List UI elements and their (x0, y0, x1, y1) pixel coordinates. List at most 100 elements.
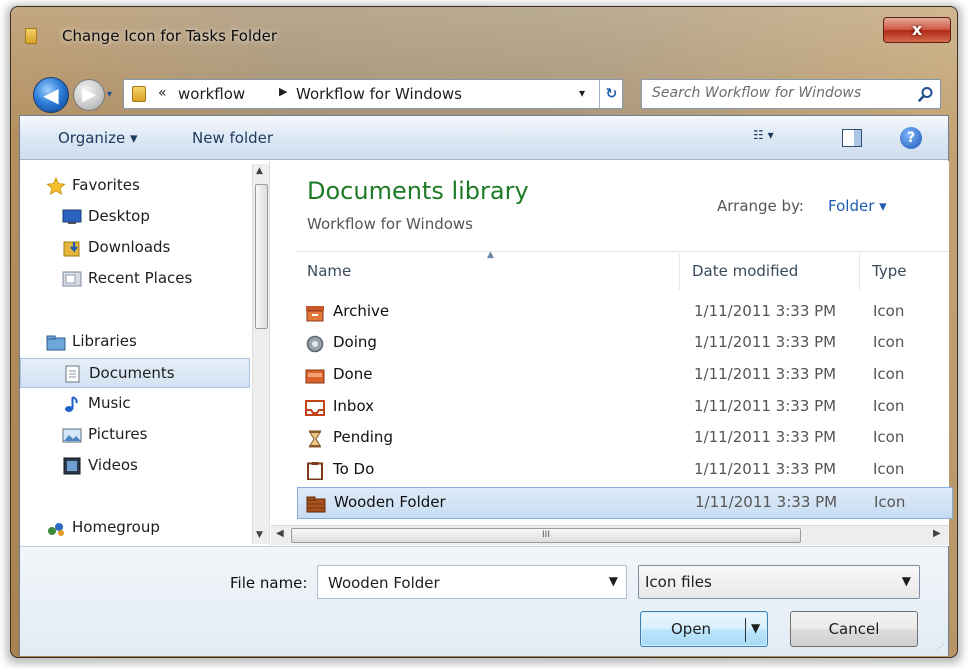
file-date: 1/11/2011 3:33 PM (694, 397, 837, 415)
homegroup-icon (48, 523, 64, 536)
file-type: Icon (873, 302, 905, 320)
sidebar-item-videos[interactable]: Videos (20, 451, 250, 481)
sidebar-item-desktop[interactable]: Desktop (20, 202, 250, 232)
table-row[interactable]: Inbox 1/11/2011 3:33 PM Icon (297, 392, 953, 424)
sidebar-item-libraries[interactable]: Libraries (20, 327, 250, 357)
forward-button[interactable]: ▶ (73, 79, 105, 111)
search-box[interactable]: Search Workflow for Windows (641, 79, 941, 109)
folder-icon (132, 86, 146, 102)
desktop-icon (62, 209, 82, 224)
file-name-label: File name: (230, 574, 308, 592)
arrange-by-dropdown[interactable]: Folder ▾ (828, 197, 887, 215)
title-bar[interactable]: Change Icon for Tasks Folder x (11, 7, 957, 65)
inbox-icon (305, 400, 325, 416)
change-view-button[interactable]: ☷ ▾ (753, 128, 813, 150)
doing-icon (306, 335, 324, 353)
library-title: Documents library (307, 177, 529, 205)
scrollbar-thumb[interactable]: III (291, 528, 801, 543)
table-row-selected[interactable]: Wooden Folder 1/11/2011 3:33 PM Icon (297, 487, 953, 519)
sidebar-scrollbar[interactable]: ▲ ▼ (252, 164, 269, 544)
window-title: Change Icon for Tasks Folder (62, 27, 278, 45)
file-type-select[interactable]: Icon files ▼ (638, 565, 920, 599)
address-bar[interactable]: « workflow ▶ Workflow for Windows ▾ ↻ (123, 79, 623, 109)
dialog-frame: Change Icon for Tasks Folder x ◀ ▶ ▾ « w… (10, 6, 958, 658)
sidebar-item-recent-places[interactable]: Recent Places (20, 264, 250, 294)
split-divider (745, 618, 746, 642)
sidebar-item-downloads[interactable]: Downloads (20, 233, 250, 263)
table-row[interactable]: Doing 1/11/2011 3:33 PM Icon (297, 328, 953, 360)
open-button-label: Open (671, 620, 712, 638)
chevron-down-icon[interactable]: ▼ (609, 574, 618, 588)
table-row[interactable]: Pending 1/11/2011 3:33 PM Icon (297, 423, 953, 455)
back-button[interactable]: ◀ (33, 77, 69, 113)
wooden-folder-icon (306, 496, 326, 513)
resize-grip-icon[interactable]: ⋰ (936, 643, 944, 652)
chevron-down-icon[interactable]: ▼ (751, 621, 760, 635)
column-divider[interactable] (859, 254, 860, 290)
refresh-button[interactable]: ↻ (599, 80, 623, 108)
scroll-left-icon[interactable]: ◀ (276, 528, 284, 539)
command-bar: Organize ▾ New folder ☷ ▾ ? (20, 116, 948, 160)
sidebar-item-favorites[interactable]: Favorites (20, 171, 250, 201)
arrange-by-label: Arrange by: (717, 197, 804, 215)
hourglass-icon (309, 430, 321, 448)
file-type: Icon (873, 397, 905, 415)
sidebar-item-label: Desktop (88, 207, 150, 225)
search-input[interactable]: Search Workflow for Windows (652, 85, 861, 101)
help-icon[interactable]: ? (900, 127, 922, 149)
file-type: Icon (873, 365, 905, 383)
file-type: Icon (873, 460, 905, 478)
file-date: 1/11/2011 3:33 PM (694, 302, 837, 320)
column-header-name[interactable]: Name (307, 262, 351, 280)
file-date: 1/11/2011 3:33 PM (694, 428, 837, 446)
table-row[interactable]: Done 1/11/2011 3:33 PM Icon (297, 360, 953, 392)
column-divider[interactable] (679, 254, 680, 290)
file-name: Doing (333, 333, 377, 351)
file-type-value: Icon files (645, 573, 712, 591)
sidebar-item-music[interactable]: Music (20, 389, 250, 419)
folder-icon (25, 28, 37, 44)
preview-pane-icon[interactable] (842, 129, 862, 147)
scroll-up-icon[interactable]: ▲ (256, 166, 263, 176)
open-button[interactable]: Open ▼ (640, 611, 768, 647)
file-name-value[interactable]: Wooden Folder (328, 574, 440, 592)
file-name: Archive (333, 302, 390, 320)
file-date: 1/11/2011 3:33 PM (694, 365, 837, 383)
new-folder-button[interactable]: New folder (192, 129, 273, 147)
sidebar-item-documents[interactable]: Documents (20, 358, 250, 388)
column-header-date-modified[interactable]: Date modified (692, 262, 798, 280)
file-name: To Do (333, 460, 375, 478)
breadcrumb-workflow[interactable]: workflow (178, 85, 245, 103)
cancel-button[interactable]: Cancel (790, 611, 918, 647)
file-name: Done (333, 365, 373, 383)
breadcrumb-chevron-icon[interactable]: ▶ (279, 85, 287, 98)
file-type: Icon (873, 428, 905, 446)
scrollbar-thumb[interactable] (255, 184, 268, 329)
table-row[interactable]: To Do 1/11/2011 3:33 PM Icon (297, 455, 953, 487)
breadcrumb-overflow[interactable]: « (158, 85, 167, 101)
recent-pages-dropdown[interactable]: ▾ (107, 89, 117, 100)
archive-icon (306, 306, 324, 322)
table-row[interactable]: Archive 1/11/2011 3:33 PM Icon (297, 297, 953, 329)
dialog-body: Organize ▾ New folder ☷ ▾ ? Favorites De… (19, 115, 953, 656)
breadcrumb-workflow-for-windows[interactable]: Workflow for Windows (296, 85, 462, 103)
sidebar-item-label: Pictures (88, 425, 148, 443)
address-dropdown-icon[interactable]: ▾ (579, 86, 585, 100)
file-date: 1/11/2011 3:33 PM (694, 460, 837, 478)
close-button[interactable]: x (883, 17, 951, 43)
file-name-field[interactable]: Wooden Folder ▼ (317, 565, 627, 599)
scroll-right-icon[interactable]: ▶ (933, 528, 941, 539)
library-subtitle: Workflow for Windows (307, 215, 473, 233)
column-header-type[interactable]: Type (872, 262, 906, 280)
scroll-down-icon[interactable]: ▼ (256, 530, 263, 540)
search-icon[interactable] (918, 86, 934, 102)
file-date: 1/11/2011 3:33 PM (695, 493, 838, 511)
organize-menu[interactable]: Organize ▾ (58, 129, 138, 147)
horizontal-scrollbar[interactable]: ◀ III ▶ (271, 525, 949, 545)
downloads-icon (63, 241, 80, 257)
chevron-down-icon[interactable]: ▼ (902, 574, 911, 588)
sidebar-item-pictures[interactable]: Pictures (20, 420, 250, 450)
sidebar-item-homegroup[interactable]: Homegroup (20, 513, 250, 543)
recent-places-icon (62, 271, 82, 287)
pictures-icon (62, 428, 82, 443)
